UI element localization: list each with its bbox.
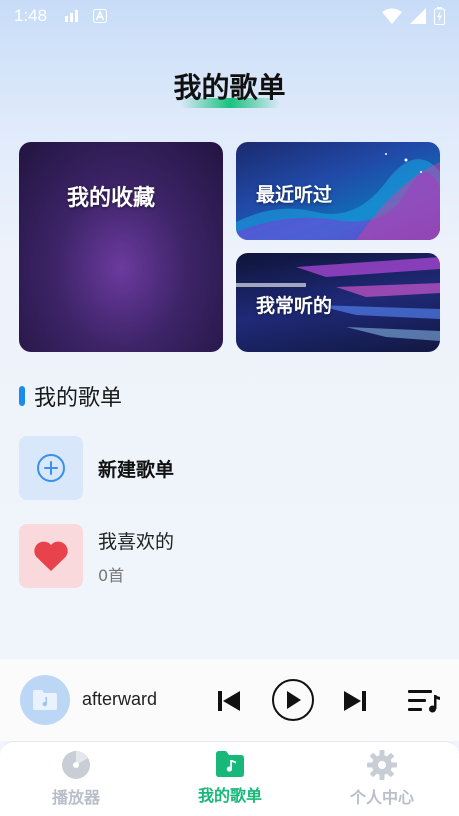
frequent-card-label: 我常听的 bbox=[256, 295, 333, 317]
previous-icon bbox=[218, 691, 240, 711]
a-icon bbox=[93, 9, 108, 23]
status-bar: 1:48 bbox=[0, 0, 459, 32]
frequent-card[interactable]: 我常听的 bbox=[236, 253, 440, 352]
disc-icon bbox=[62, 751, 90, 779]
recent-card-label: 最近听过 bbox=[256, 184, 333, 206]
status-time: 1:48 bbox=[14, 6, 48, 25]
bottom-tab-bar: 播放器 我的歌单 个人中心 bbox=[0, 741, 459, 816]
playlist-icon bbox=[408, 690, 440, 713]
music-folder-icon bbox=[33, 690, 57, 710]
recent-card[interactable]: 最近听过 bbox=[236, 142, 440, 240]
tab-my-playlists[interactable]: 我的歌单 bbox=[170, 750, 290, 806]
playlist-button[interactable] bbox=[406, 685, 442, 717]
favorites-card-label: 我的收藏 bbox=[67, 186, 156, 211]
next-button[interactable] bbox=[340, 687, 370, 715]
gear-icon bbox=[367, 750, 397, 780]
cell-signal-icon bbox=[410, 8, 426, 24]
liked-playlist-icon-box bbox=[19, 524, 83, 588]
tab-my-playlists-label: 我的歌单 bbox=[197, 786, 262, 805]
liked-playlist-row[interactable]: 我喜欢的 0首 bbox=[19, 524, 174, 588]
mini-player[interactable]: afterward bbox=[0, 659, 459, 741]
tab-profile-label: 个人中心 bbox=[349, 788, 414, 807]
add-circle-icon bbox=[37, 454, 65, 482]
liked-playlist-name: 我喜欢的 bbox=[98, 530, 175, 553]
tab-player[interactable]: 播放器 bbox=[16, 750, 136, 808]
new-playlist-row[interactable]: 新建歌单 bbox=[19, 436, 174, 500]
play-icon bbox=[287, 691, 301, 709]
sound-wave-graphic bbox=[28, 229, 210, 321]
page-title: 我的歌单 bbox=[173, 71, 286, 104]
tab-profile[interactable]: 个人中心 bbox=[322, 750, 442, 808]
music-folder-icon bbox=[216, 751, 244, 777]
new-playlist-icon-box bbox=[19, 436, 83, 500]
album-art[interactable] bbox=[20, 675, 70, 725]
previous-button[interactable] bbox=[214, 687, 244, 715]
new-playlist-label: 新建歌单 bbox=[98, 458, 175, 481]
wifi-icon bbox=[382, 8, 402, 24]
section-accent-bar bbox=[19, 386, 25, 406]
signal-strength-icon bbox=[65, 10, 79, 22]
heart-icon bbox=[34, 541, 68, 571]
liked-playlist-count: 0首 bbox=[98, 565, 125, 585]
tab-player-label: 播放器 bbox=[51, 788, 100, 807]
next-icon bbox=[344, 691, 366, 711]
favorites-card[interactable]: 我的收藏 bbox=[19, 142, 223, 352]
play-button[interactable] bbox=[272, 679, 314, 721]
now-playing-title: afterward bbox=[82, 689, 158, 709]
battery-icon bbox=[434, 7, 445, 25]
section-title-text: 我的歌单 bbox=[34, 386, 123, 411]
section-title: 我的歌单 bbox=[19, 380, 122, 412]
